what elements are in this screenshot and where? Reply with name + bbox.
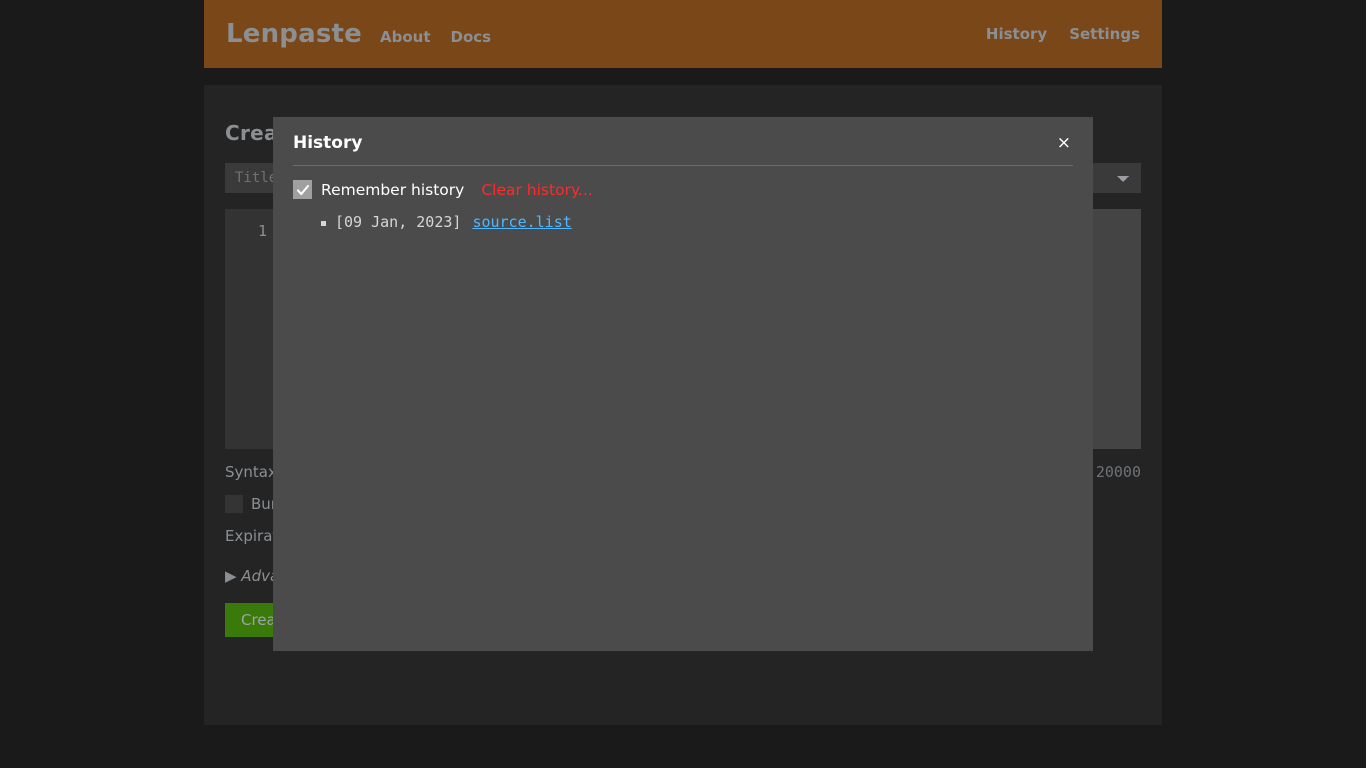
list-item: [09 Jan, 2023] source.list [335, 213, 1073, 231]
remember-history-row: Remember history Clear history... [293, 180, 1073, 199]
remember-history-label: Remember history [321, 181, 464, 199]
brand-logo[interactable]: Lenpaste [226, 19, 362, 49]
burn-checkbox[interactable] [225, 495, 243, 513]
line-number-gutter: 1 [225, 209, 275, 449]
nav-link-about[interactable]: About [380, 28, 431, 46]
modal-header: History × [293, 133, 1073, 165]
history-list: [09 Jan, 2023] source.list [293, 213, 1073, 237]
close-icon[interactable]: × [1055, 135, 1073, 152]
history-modal: History × Remember history Clear history… [273, 117, 1093, 651]
top-navbar: Lenpaste About Docs History Settings [204, 0, 1162, 68]
check-icon [296, 183, 310, 197]
nav-link-history[interactable]: History [986, 25, 1047, 43]
navbar-right-group: History Settings [964, 25, 1140, 43]
nav-link-settings[interactable]: Settings [1069, 25, 1140, 43]
character-counter: 20000 [1096, 463, 1141, 481]
remember-history-checkbox[interactable] [293, 180, 312, 199]
history-item-link[interactable]: source.list [472, 213, 571, 231]
clear-history-link[interactable]: Clear history... [481, 181, 592, 199]
navbar-left-group: Lenpaste About Docs [226, 19, 511, 49]
nav-link-docs[interactable]: Docs [451, 28, 492, 46]
modal-title: History [293, 133, 362, 153]
modal-divider [293, 165, 1073, 166]
history-item-date: [09 Jan, 2023] [335, 213, 461, 231]
